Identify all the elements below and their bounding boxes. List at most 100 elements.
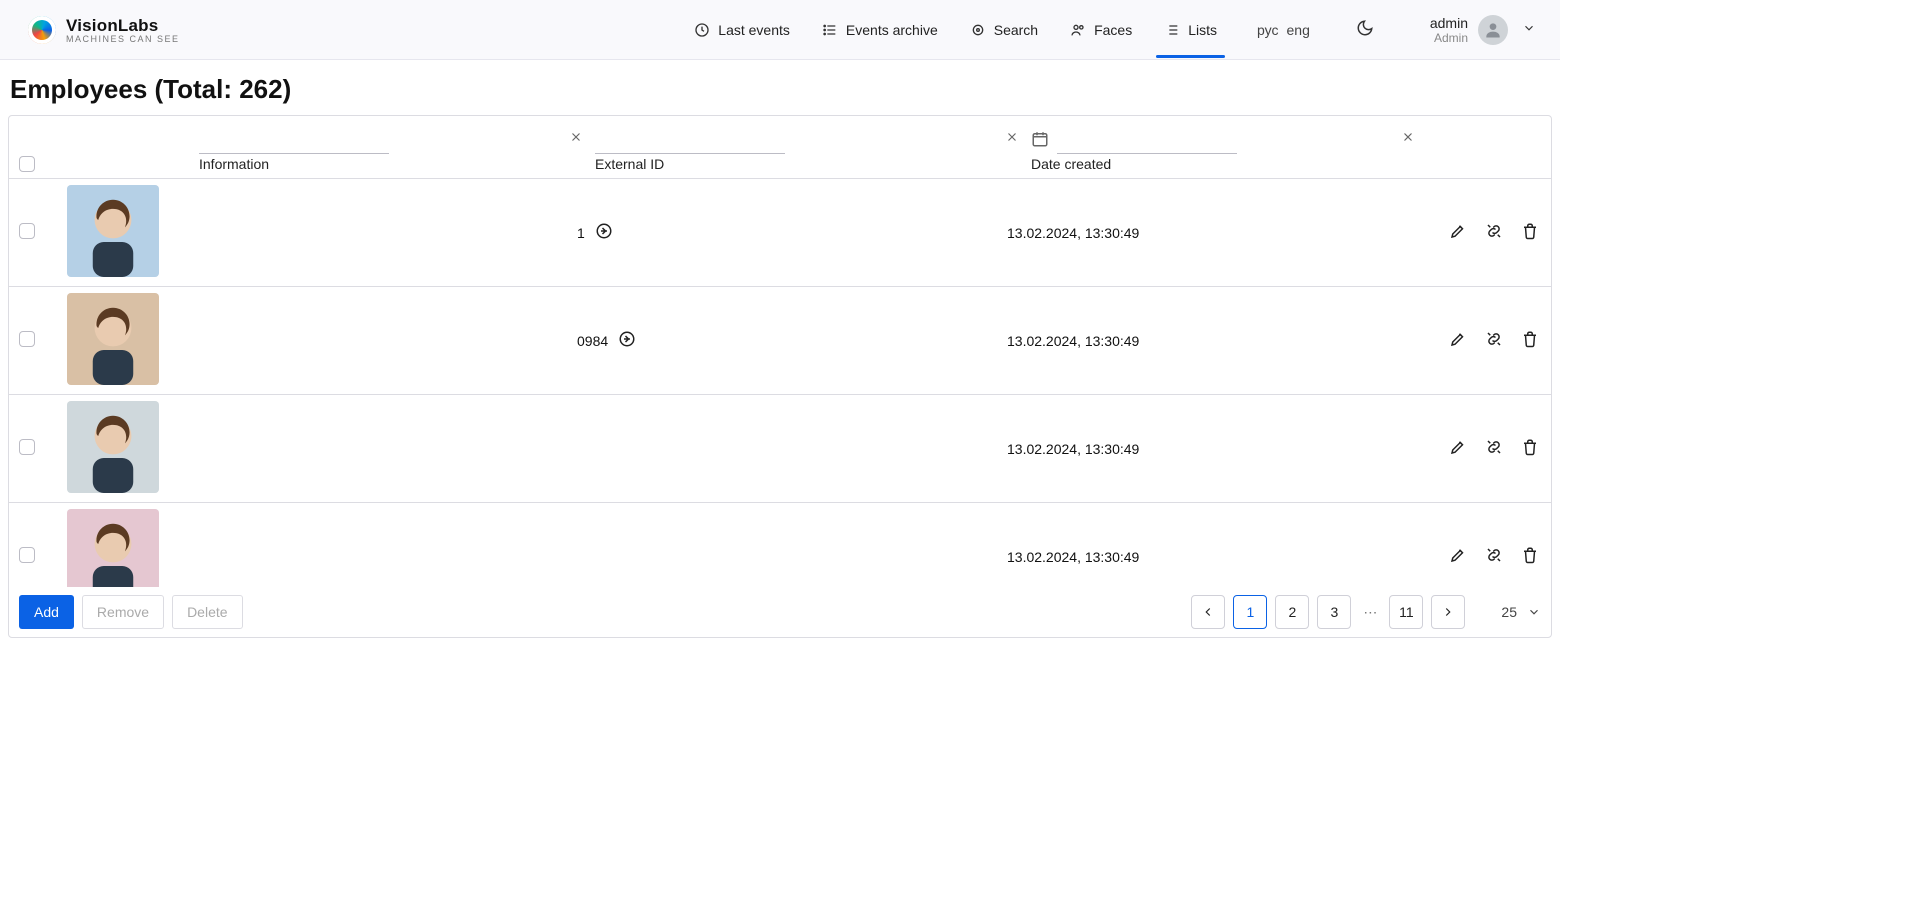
pager-next[interactable] bbox=[1431, 595, 1465, 629]
row-actions bbox=[1397, 546, 1547, 567]
row-actions bbox=[1397, 330, 1547, 351]
trash-icon[interactable] bbox=[1521, 222, 1539, 243]
table-row: 13.02.2024, 13:30:49 bbox=[9, 395, 1551, 503]
pager-page[interactable]: 2 bbox=[1275, 595, 1309, 629]
add-button[interactable]: Add bbox=[19, 595, 74, 629]
edit-icon[interactable] bbox=[1449, 222, 1467, 243]
table-head: Information External ID Date create bbox=[9, 116, 1551, 179]
brand: VisionLabs MACHINES CAN SEE bbox=[28, 16, 180, 44]
top-nav: Last events Events archive Search Faces … bbox=[692, 2, 1536, 58]
delete-button[interactable]: Delete bbox=[172, 595, 242, 629]
row-actions bbox=[1397, 438, 1547, 459]
row-checkbox[interactable] bbox=[19, 223, 35, 239]
clear-icon[interactable] bbox=[1005, 130, 1019, 147]
pager-page[interactable]: 11 bbox=[1389, 595, 1423, 629]
chevron-left-icon bbox=[1201, 605, 1215, 619]
pager-page[interactable]: 3 bbox=[1317, 595, 1351, 629]
list-bullet-icon bbox=[822, 22, 838, 38]
edit-icon[interactable] bbox=[1449, 546, 1467, 567]
pager: 123 ⋯ 11 25 bbox=[1191, 595, 1541, 629]
cell-date-created: 13.02.2024, 13:30:49 bbox=[1007, 225, 1397, 241]
target-search-icon bbox=[970, 22, 986, 38]
nav-search[interactable]: Search bbox=[968, 2, 1040, 58]
clear-icon[interactable] bbox=[1401, 130, 1415, 147]
nav-faces[interactable]: Faces bbox=[1068, 2, 1134, 58]
page-title: Employees (Total: 262) bbox=[10, 74, 1550, 105]
unlink-icon[interactable] bbox=[1485, 438, 1503, 459]
cell-external-id: 0984 bbox=[577, 330, 1007, 351]
clock-icon bbox=[694, 22, 710, 38]
nav-label: Faces bbox=[1094, 22, 1132, 38]
employee-photo[interactable] bbox=[67, 401, 159, 493]
brand-tagline: MACHINES CAN SEE bbox=[66, 34, 180, 44]
unlink-icon[interactable] bbox=[1485, 330, 1503, 351]
chevron-down-icon bbox=[1527, 605, 1541, 619]
trash-icon[interactable] bbox=[1521, 546, 1539, 567]
external-id-filter-input[interactable] bbox=[595, 126, 785, 154]
pager-prev[interactable] bbox=[1191, 595, 1225, 629]
table-body[interactable]: 1 13.02.2024, 13:30:49 0984 13.02.2024, … bbox=[9, 179, 1551, 587]
page-size-value: 25 bbox=[1501, 604, 1517, 620]
row-checkbox[interactable] bbox=[19, 331, 35, 347]
filter-external-id bbox=[595, 126, 1025, 154]
filter-date-created bbox=[1031, 126, 1421, 154]
column-label: External ID bbox=[595, 156, 1025, 172]
cell-date-created: 13.02.2024, 13:30:49 bbox=[1007, 333, 1397, 349]
nav-last-events[interactable]: Last events bbox=[692, 2, 792, 58]
moon-icon bbox=[1356, 19, 1374, 37]
edit-icon[interactable] bbox=[1449, 330, 1467, 351]
row-checkbox[interactable] bbox=[19, 547, 35, 563]
brand-logo bbox=[28, 16, 56, 44]
employee-photo[interactable] bbox=[67, 185, 159, 277]
theme-toggle[interactable] bbox=[1356, 19, 1374, 40]
nav-label: Last events bbox=[718, 22, 790, 38]
clear-icon[interactable] bbox=[569, 130, 583, 147]
cell-date-created: 13.02.2024, 13:30:49 bbox=[1007, 441, 1397, 457]
pager-ellipsis: ⋯ bbox=[1359, 604, 1381, 621]
filter-information bbox=[199, 126, 589, 154]
nav-label: Lists bbox=[1188, 22, 1217, 38]
row-checkbox[interactable] bbox=[19, 439, 35, 455]
col-date-created: Date created bbox=[1031, 126, 1421, 172]
pager-page[interactable]: 1 bbox=[1233, 595, 1267, 629]
table-row: 0984 13.02.2024, 13:30:49 bbox=[9, 287, 1551, 395]
language-switch: рус eng bbox=[1257, 22, 1310, 38]
lang-rus[interactable]: рус bbox=[1257, 22, 1278, 38]
date-filter-input[interactable] bbox=[1057, 126, 1237, 154]
page-size[interactable]: 25 bbox=[1501, 604, 1541, 620]
lists-icon bbox=[1164, 22, 1180, 38]
user-menu[interactable]: admin Admin bbox=[1430, 15, 1536, 45]
faces-icon bbox=[1070, 22, 1086, 38]
external-id-value: 0984 bbox=[577, 333, 608, 349]
brand-title: VisionLabs bbox=[66, 16, 180, 36]
col-external-id: External ID bbox=[595, 126, 1025, 172]
col-select bbox=[19, 156, 67, 172]
employee-photo[interactable] bbox=[67, 509, 159, 587]
user-name: admin bbox=[1430, 15, 1468, 31]
lang-eng[interactable]: eng bbox=[1287, 22, 1310, 38]
nav-label: Search bbox=[994, 22, 1038, 38]
table-row: 13.02.2024, 13:30:49 bbox=[9, 503, 1551, 587]
nav-label: Events archive bbox=[846, 22, 938, 38]
unlink-icon[interactable] bbox=[1485, 222, 1503, 243]
nav-events-archive[interactable]: Events archive bbox=[820, 2, 940, 58]
user-icon bbox=[1483, 20, 1503, 40]
select-all-checkbox[interactable] bbox=[19, 156, 35, 172]
arrow-right-circle-icon[interactable] bbox=[595, 222, 613, 243]
trash-icon[interactable] bbox=[1521, 438, 1539, 459]
arrow-right-circle-icon[interactable] bbox=[618, 330, 636, 351]
edit-icon[interactable] bbox=[1449, 438, 1467, 459]
remove-button[interactable]: Remove bbox=[82, 595, 164, 629]
unlink-icon[interactable] bbox=[1485, 546, 1503, 567]
user-text: admin Admin bbox=[1430, 15, 1468, 45]
employee-photo[interactable] bbox=[67, 293, 159, 385]
nav-lists[interactable]: Lists bbox=[1162, 2, 1219, 58]
cell-date-created: 13.02.2024, 13:30:49 bbox=[1007, 549, 1397, 565]
trash-icon[interactable] bbox=[1521, 330, 1539, 351]
row-actions bbox=[1397, 222, 1547, 243]
user-role: Admin bbox=[1430, 31, 1468, 45]
calendar-icon[interactable] bbox=[1031, 130, 1049, 151]
information-filter-input[interactable] bbox=[199, 126, 389, 154]
column-label: Information bbox=[199, 156, 589, 172]
brand-text: VisionLabs MACHINES CAN SEE bbox=[66, 16, 180, 44]
